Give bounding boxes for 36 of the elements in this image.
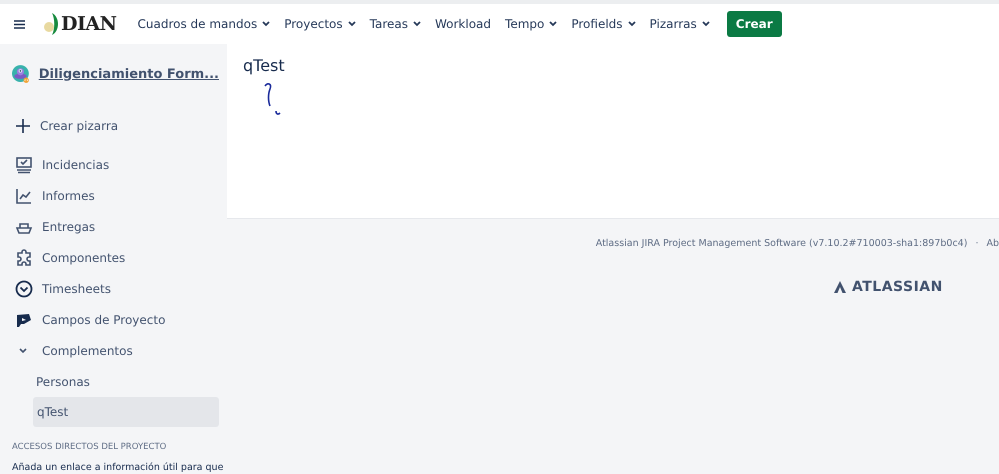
sidebar-item[interactable]: Componentes xyxy=(12,242,219,273)
sidebar-subitem[interactable]: Personas xyxy=(33,366,219,397)
leaf-logo-icon xyxy=(43,12,59,36)
sidebar-item[interactable]: Entregas xyxy=(12,211,219,242)
menu-button[interactable] xyxy=(14,20,25,28)
line-chart-icon xyxy=(15,186,33,204)
chevron-icon xyxy=(19,348,27,354)
sidebar-item[interactable]: Informes xyxy=(12,180,219,211)
nav-menu-item[interactable]: Proyectos xyxy=(277,9,363,39)
version-text: Atlassian JIRA Project Management Software (v7.10.2#710003-sha1:897b0c4) xyxy=(596,238,968,249)
project-name-link[interactable]: Diligenciamiento Form... xyxy=(38,66,219,82)
plus-icon xyxy=(15,118,31,134)
sidebar-subitem[interactable]: qTest xyxy=(33,397,219,427)
nav-menu-item[interactable]: Tareas xyxy=(362,9,428,39)
sidebar-item[interactable]: Timesheets xyxy=(12,273,219,304)
puzzle-icon xyxy=(15,248,33,266)
nav-menu-item[interactable]: Profields xyxy=(564,9,643,39)
clock-icon xyxy=(15,280,33,298)
separator-dot: · xyxy=(975,238,978,249)
nav-menu-item[interactable]: Pizarras xyxy=(642,9,717,39)
addons-toggle[interactable]: Complementos xyxy=(12,335,219,366)
create-button[interactable]: Crear xyxy=(726,11,782,37)
brand-name: ATLASSIAN xyxy=(852,279,943,295)
section-heading: ACCESOS DIRECTOS DEL PROYECTO xyxy=(12,442,168,452)
monitor-check-icon xyxy=(15,156,33,174)
footer-link[interactable]: Ab xyxy=(986,238,999,249)
sidebar-item[interactable]: Incidencias xyxy=(12,149,219,180)
page-title: qTest xyxy=(243,56,286,75)
sidebar-item[interactable]: Campos de Proyecto xyxy=(12,304,219,335)
nav-menu-item[interactable]: Cuadros de mandos xyxy=(130,9,278,39)
create-board-link[interactable]: Crear pizarra xyxy=(12,110,219,141)
logo-text: DIAN xyxy=(61,13,116,35)
nav-menu-item[interactable]: Tempo xyxy=(498,9,564,39)
atlassian-logo-icon xyxy=(834,281,846,293)
nav-menu-item[interactable]: Workload xyxy=(428,9,498,39)
menu-icon xyxy=(14,20,25,28)
